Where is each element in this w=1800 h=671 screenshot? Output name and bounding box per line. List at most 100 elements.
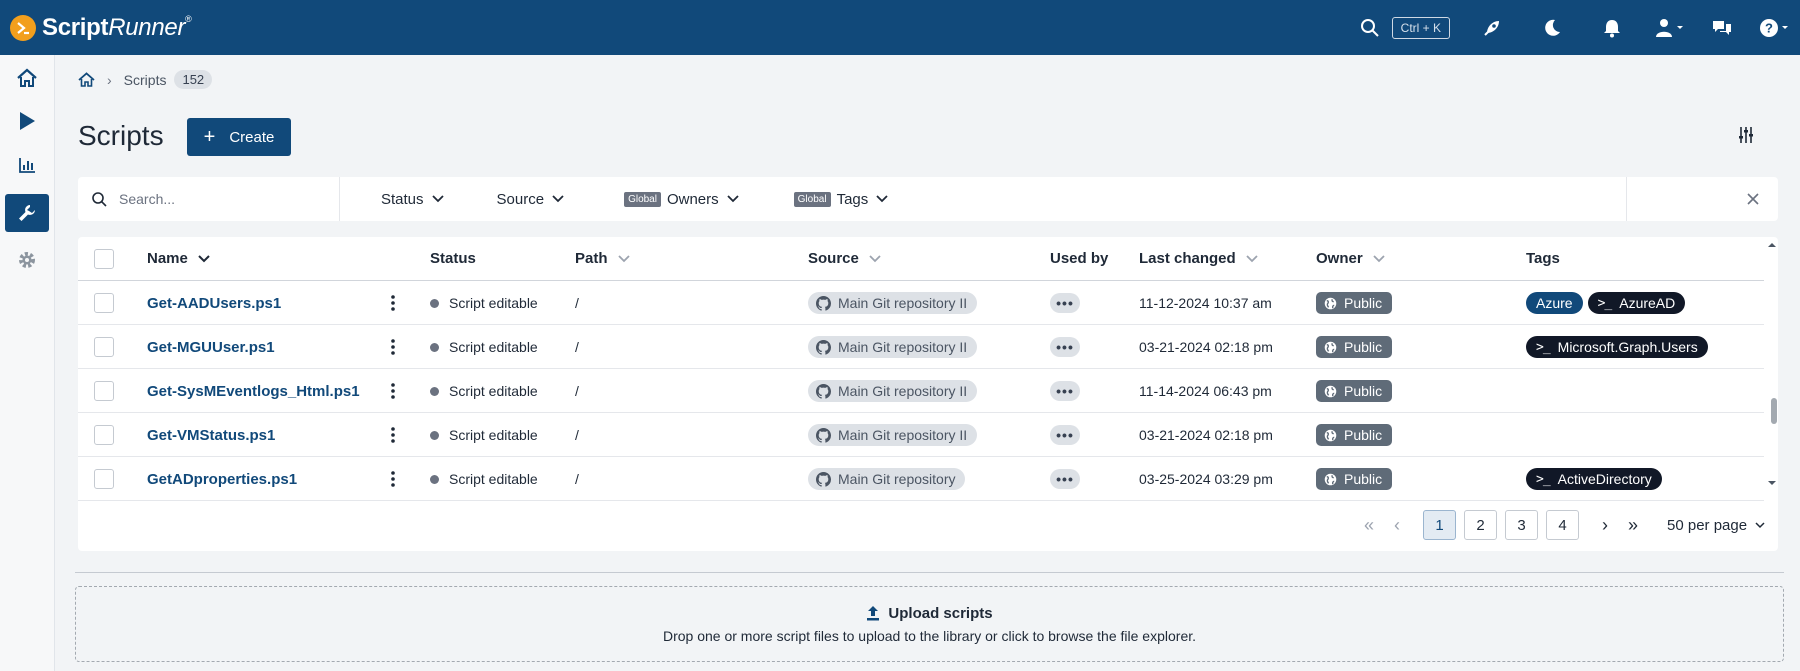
scroll-up-arrow-icon[interactable] [1766, 241, 1778, 249]
search-box [78, 177, 340, 221]
tag-chip[interactable]: Azure [1526, 292, 1583, 314]
clear-filters-icon[interactable] [1743, 189, 1763, 212]
scrollbar-thumb[interactable] [1771, 398, 1777, 424]
tag-chip[interactable]: >_ ActiveDirectory [1526, 468, 1662, 490]
page-title: Scripts [78, 120, 164, 151]
rocket-icon[interactable] [1480, 16, 1504, 40]
table-row[interactable]: Get-VMStatus.ps1 Script editable / Main Git… [78, 413, 1764, 457]
sidebar-item-run[interactable] [5, 102, 49, 140]
row-checkbox[interactable] [94, 337, 114, 357]
first-page-icon[interactable]: « [1355, 510, 1383, 540]
search-input[interactable] [119, 191, 319, 207]
row-actions-button[interactable] [391, 413, 395, 457]
github-icon [816, 383, 831, 399]
user-menu-icon[interactable] [1654, 16, 1686, 40]
chat-icon[interactable] [1710, 16, 1734, 40]
global-scope-badge: Global [624, 191, 661, 207]
owners-filter[interactable]: Global Owners [624, 191, 739, 208]
column-label: Owner [1316, 250, 1363, 267]
create-button[interactable]: + Create [187, 118, 291, 156]
select-all-checkbox[interactable] [94, 249, 114, 269]
column-header-name[interactable]: Name [147, 250, 210, 267]
logo-icon [10, 14, 36, 41]
help-menu-icon[interactable]: ? [1758, 16, 1790, 40]
status-text: Script editable [449, 427, 538, 443]
next-page-icon[interactable]: › [1591, 510, 1619, 540]
column-header-tags: Tags [1526, 250, 1560, 267]
chevron-down-icon [431, 195, 444, 203]
source-text: Main Git repository II [838, 383, 968, 399]
page-button[interactable]: 1 [1423, 510, 1456, 540]
used-by-button[interactable]: ••• [1050, 337, 1080, 357]
page-button[interactable]: 2 [1464, 510, 1497, 540]
column-settings-icon[interactable] [1738, 126, 1754, 147]
script-name-link[interactable]: Get-SysMEventlogs_Html.ps1 [147, 383, 360, 400]
source-badge: Main Git repository II [808, 424, 978, 446]
script-name-link[interactable]: Get-AADUsers.ps1 [147, 295, 281, 312]
play-icon [20, 112, 35, 130]
owner-text: Public [1344, 339, 1383, 355]
upload-dropzone[interactable]: Upload scripts Drop one or more script f… [75, 586, 1784, 662]
used-by-button[interactable]: ••• [1050, 469, 1080, 489]
source-text: Main Git repository [838, 471, 956, 487]
page-button[interactable]: 3 [1505, 510, 1538, 540]
used-by-button[interactable]: ••• [1050, 425, 1080, 445]
row-checkbox[interactable] [94, 425, 114, 445]
used-by-button[interactable]: ••• [1050, 293, 1080, 313]
used-by-button[interactable]: ••• [1050, 381, 1080, 401]
table-row[interactable]: Get-MGUUser.ps1 Script editable / Main Git … [78, 325, 1764, 369]
sidebar-item-reports[interactable] [5, 146, 49, 184]
chevron-down-icon [727, 195, 739, 203]
column-header-path[interactable]: Path [575, 250, 630, 267]
last-changed-text: 03-21-2024 02:18 pm [1139, 339, 1273, 355]
status-dot [430, 474, 439, 484]
column-header-status: Status [430, 250, 476, 267]
column-header-source[interactable]: Source [808, 250, 881, 267]
row-actions-button[interactable] [391, 325, 395, 369]
sidebar-item-scripts[interactable] [5, 194, 49, 232]
tags-filter[interactable]: Global Tags [793, 191, 889, 208]
table-header: Name Status Path Source Used by Last cha… [78, 237, 1764, 281]
page-button[interactable]: 4 [1546, 510, 1579, 540]
sidebar-item-home[interactable] [5, 59, 49, 97]
source-text: Main Git repository II [838, 295, 968, 311]
prev-page-icon[interactable]: ‹ [1383, 510, 1411, 540]
search-icon[interactable] [1358, 16, 1382, 40]
source-badge: Main Git repository [808, 468, 966, 490]
scroll-down-arrow-icon[interactable] [1766, 479, 1778, 487]
script-name-link[interactable]: Get-MGUUser.ps1 [147, 339, 275, 356]
row-actions-button[interactable] [391, 281, 395, 325]
script-name-link[interactable]: GetADproperties.ps1 [147, 471, 297, 488]
moon-icon[interactable] [1540, 16, 1564, 40]
column-header-last-changed[interactable]: Last changed [1139, 250, 1258, 267]
table-row[interactable]: GetADproperties.ps1 Script editable / Main … [78, 457, 1764, 501]
owner-badge: Public [1316, 468, 1393, 490]
path-text: / [575, 295, 579, 311]
scriptrunner-logo[interactable]: ScriptRunner® [10, 14, 192, 42]
sidebar-item-settings[interactable] [5, 241, 49, 279]
bell-icon[interactable] [1600, 16, 1624, 40]
home-icon[interactable] [78, 72, 95, 87]
upload-icon [867, 606, 880, 621]
row-actions-button[interactable] [391, 457, 395, 501]
per-page-select[interactable]: 50 per page [1667, 517, 1765, 534]
row-actions-button[interactable] [391, 369, 395, 413]
table-row[interactable]: Get-AADUsers.ps1 Script editable / Main Git… [78, 281, 1764, 325]
create-button-label: Create [229, 128, 275, 146]
script-name-link[interactable]: Get-VMStatus.ps1 [147, 427, 275, 444]
row-checkbox[interactable] [94, 469, 114, 489]
filter-divider [1626, 177, 1627, 221]
status-filter[interactable]: Status [381, 191, 444, 208]
column-header-owner[interactable]: Owner [1316, 250, 1385, 267]
tag-label: AzureAD [1619, 295, 1676, 311]
last-changed-text: 11-14-2024 06:43 pm [1139, 383, 1272, 399]
last-page-icon[interactable]: » [1619, 510, 1647, 540]
row-checkbox[interactable] [94, 381, 114, 401]
table-scrollbar[interactable] [1766, 241, 1778, 493]
table-row[interactable]: Get-SysMEventlogs_Html.ps1 Script editabl… [78, 369, 1764, 413]
search-shortcut-hint[interactable]: Ctrl + K [1391, 16, 1450, 39]
tag-chip[interactable]: >_ Microsoft.Graph.Users [1526, 336, 1708, 358]
row-checkbox[interactable] [94, 293, 114, 313]
tag-chip[interactable]: >_ AzureAD [1587, 292, 1686, 314]
source-filter[interactable]: Source [497, 191, 565, 208]
